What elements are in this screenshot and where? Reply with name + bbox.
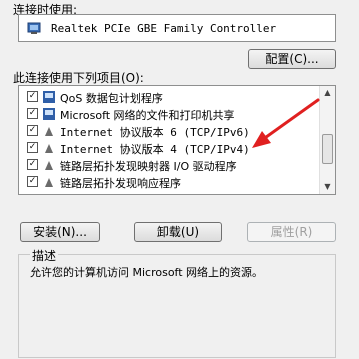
item-checkbox[interactable]: ✓ [27, 91, 38, 102]
list-item[interactable]: ✓ Microsoft 网络的文件和打印机共享 [27, 106, 317, 122]
item-label: Internet 协议版本 4 (TCP/IPv4) [60, 143, 250, 156]
scroll-down-arrow-icon[interactable]: ▼ [320, 180, 335, 194]
protocol-icon [45, 178, 53, 187]
item-checkbox[interactable]: ✓ [27, 125, 38, 136]
list-item[interactable]: ✓ 链路层拓扑发现响应程序 [27, 174, 317, 190]
adapter-field: Realtek PCIe GBE Family Controller [18, 14, 336, 42]
configure-button[interactable]: 配置(C)... [248, 49, 336, 69]
install-button[interactable]: 安装(N)... [20, 222, 100, 242]
description-text: 允许您的计算机访问 Microsoft 网络上的资源。 [30, 266, 264, 279]
adapter-name: Realtek PCIe GBE Family Controller [51, 22, 277, 35]
scroll-thumb[interactable] [322, 134, 333, 164]
item-checkbox[interactable]: ✓ [27, 159, 38, 170]
protocol-icon [45, 127, 53, 136]
list-item[interactable]: ✓ QoS 数据包计划程序 [27, 89, 317, 105]
item-label: Internet 协议版本 6 (TCP/IPv6) [60, 126, 250, 139]
item-label: 链路层拓扑发现响应程序 [60, 177, 181, 190]
description-title: 描述 [30, 247, 59, 264]
items-list-label: 此连接使用下列项目(O): [13, 71, 144, 85]
properties-button[interactable]: 属性(R) [247, 222, 336, 242]
item-checkbox[interactable]: ✓ [27, 142, 38, 153]
list-scrollbar[interactable]: ▲ ▼ [319, 86, 335, 194]
connection-items-list: ✓ QoS 数据包计划程序 ✓ Microsoft 网络的文件和打印机共享 ✓ … [18, 85, 336, 195]
list-item[interactable]: ✓ Internet 协议版本 4 (TCP/IPv4) [27, 140, 317, 156]
uninstall-button[interactable]: 卸载(U) [134, 222, 222, 242]
scroll-up-arrow-icon[interactable]: ▲ [320, 86, 335, 100]
item-checkbox[interactable]: ✓ [27, 108, 38, 119]
protocol-icon [45, 161, 53, 170]
network-service-icon [43, 91, 55, 103]
item-label: Microsoft 网络的文件和打印机共享 [60, 109, 235, 122]
list-item[interactable]: ✓ 链路层拓扑发现映射器 I/O 驱动程序 [27, 157, 317, 173]
list-item[interactable]: ✓ Internet 协议版本 6 (TCP/IPv6) [27, 123, 317, 139]
item-label: QoS 数据包计划程序 [60, 92, 163, 105]
network-service-icon [43, 108, 55, 120]
protocol-icon [45, 144, 53, 153]
item-label: 链路层拓扑发现映射器 I/O 驱动程序 [60, 160, 237, 173]
item-checkbox[interactable]: ✓ [27, 176, 38, 187]
network-adapter-icon [27, 22, 41, 34]
